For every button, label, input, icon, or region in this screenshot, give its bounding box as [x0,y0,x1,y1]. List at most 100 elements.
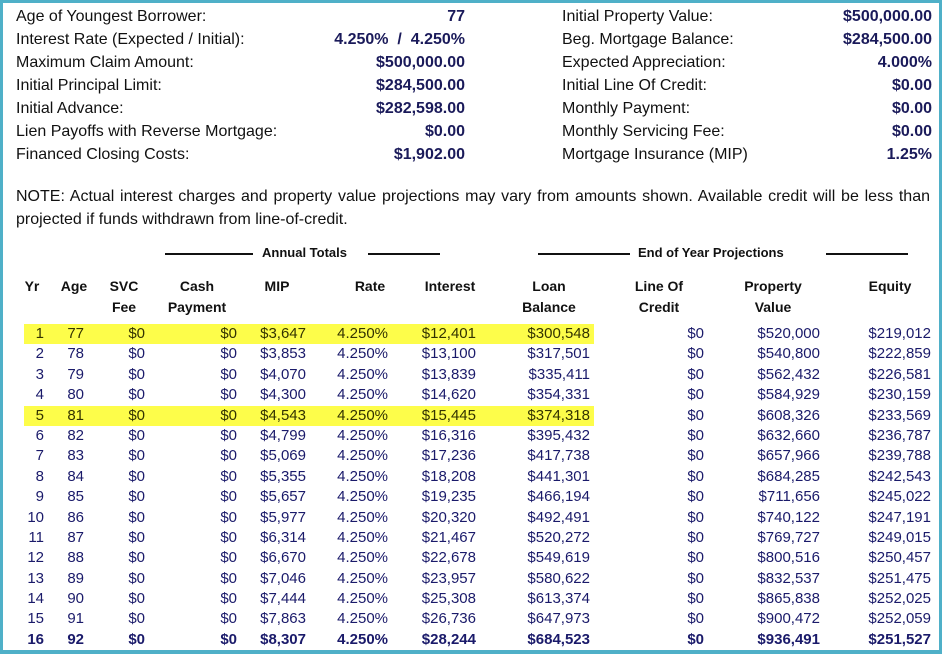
summary-row: Lien Payoffs with Reverse Mortgage: $0.00 [16,120,465,143]
cell-interest: $22,678 [421,549,476,567]
cell-mip: $5,355 [260,467,306,485]
table-row: 15 91 $0 $0 $7,863 4.250% $26,736 $647,973 $0 $90… [0,609,942,629]
cell-interest: $26,736 [421,610,476,628]
cell-mip: $5,069 [260,447,306,465]
summary-label: Initial Property Value: [562,8,713,25]
summary-row: Expected Appreciation: 4.000% [562,51,932,74]
cell-line-of-credit: $0 [687,345,704,363]
cell-property-value: $800,516 [757,549,820,567]
summary-value: 4.000% [877,54,932,71]
cell-property-value: $608,326 [757,406,820,424]
column-header-line1: Property [744,278,802,294]
cell-svc-fee: $0 [128,365,145,383]
loan-summary-right: Initial Property Value: $500,000.00 Beg. M… [562,5,932,166]
summary-row: Beg. Mortgage Balance: $284,500.00 [562,28,932,51]
table-row: 5 81 $0 $0 $4,543 4.250% $15,445 $374,318 $0 $608… [0,405,942,426]
column-header-line-of-credit: Line Of Credit [624,276,694,318]
cell-loan-balance: $374,318 [527,406,590,424]
cell-interest: $14,620 [421,386,476,404]
cell-svc-fee: $0 [128,386,145,404]
cell-mip: $5,977 [260,508,306,526]
summary-label: Expected Appreciation: [562,54,726,71]
table-row: 16 92 $0 $0 $8,307 4.250% $28,244 $684,523 $0 $93… [0,630,942,650]
disclaimer-note: NOTE: Actual interest charges and proper… [16,188,930,228]
column-header-line1: Age [60,278,88,294]
cell-interest: $19,235 [421,488,476,506]
cell-mip: $4,300 [260,386,306,404]
cell-loan-balance: $466,194 [527,488,590,506]
cell-rate: 4.250% [337,467,388,485]
cell-equity: $251,527 [868,630,931,648]
cell-interest: $28,244 [421,630,476,648]
cell-property-value: $832,537 [757,569,820,587]
group-annual-totals: Annual Totals [165,244,440,264]
summary-label: Beg. Mortgage Balance: [562,31,734,48]
cell-interest: $16,316 [421,426,476,444]
summary-row: Initial Principal Limit: $284,500.00 [16,74,465,97]
cell-equity: $242,543 [868,467,931,485]
cell-rate: 4.250% [337,447,388,465]
cell-rate: 4.250% [337,508,388,526]
column-header-svc-fee: SVC Fee [104,276,144,318]
cell-line-of-credit: $0 [687,630,704,648]
cell-equity: $239,788 [868,447,931,465]
cell-line-of-credit: $0 [687,447,704,465]
summary-value: $0.00 [891,123,932,140]
cell-rate: 4.250% [337,630,388,648]
column-header-cash-payment: Cash Payment [157,276,237,318]
summary-row: Initial Line Of Credit: $0.00 [562,74,932,97]
summary-label: Initial Line Of Credit: [562,77,707,94]
cell-equity: $251,475 [868,569,931,587]
cell-svc-fee: $0 [128,508,145,526]
cell-loan-balance: $335,411 [528,365,590,383]
divider-line [368,253,440,255]
column-header-line2: Value [754,299,792,315]
cell-loan-balance: $354,331 [527,386,590,404]
cell-svc-fee: $0 [128,467,145,485]
projection-table-body: 1 77 $0 $0 $3,647 4.250% $12,401 $300,548 $0 $520… [0,324,942,650]
cell-property-value: $740,122 [757,508,820,526]
summary-row: Mortgage Insurance (MIP) 1.25% [562,143,932,166]
summary-label: Initial Principal Limit: [16,77,162,94]
table-row: 1 77 $0 $0 $3,647 4.250% $12,401 $300,548 $0 $520… [0,324,942,344]
cell-interest: $20,320 [421,508,476,526]
summary-value: $1,902.00 [393,146,465,163]
summary-value: 1.25% [886,146,932,163]
summary-value: $500,000.00 [843,8,932,25]
summary-label: Age of Youngest Borrower: [16,8,207,25]
summary-label: Initial Advance: [16,100,124,117]
summary-value: $0.00 [891,77,932,94]
cell-line-of-credit: $0 [687,325,704,342]
cell-property-value: $711,656 [758,488,820,506]
cell-mip: $8,307 [260,630,306,648]
table-row: 13 89 $0 $0 $7,046 4.250% $23,957 $580,622 $0 $83… [0,569,942,589]
cell-property-value: $540,800 [757,345,820,363]
cell-mip: $3,853 [260,345,306,363]
cell-mip: $4,543 [260,406,306,424]
cell-line-of-credit: $0 [687,569,704,587]
cell-equity: $250,457 [868,549,931,567]
cell-line-of-credit: $0 [687,508,704,526]
summary-label: Monthly Servicing Fee: [562,123,725,140]
cell-equity: $245,022 [868,488,931,506]
cell-loan-balance: $395,432 [527,426,590,444]
cell-interest: $13,100 [421,345,476,363]
cell-line-of-credit: $0 [687,590,704,608]
column-header-mip: MIP [257,276,297,297]
loan-summary-left: Age of Youngest Borrower: 77 Interest Rate… [16,5,465,166]
table-row: 9 85 $0 $0 $5,657 4.250% $19,235 $466,194 $0 $711… [0,487,942,507]
cell-svc-fee: $0 [128,549,145,567]
cell-equity: $236,787 [868,426,931,444]
summary-row: Interest Rate (Expected / Initial): 4.250… [16,28,465,51]
summary-value: $284,500.00 [376,77,465,94]
cell-property-value: $657,966 [757,447,820,465]
group-annual-totals-label: Annual Totals [262,245,347,260]
cell-equity: $226,581 [868,365,931,383]
divider-line [165,253,253,255]
cell-equity: $233,569 [868,406,931,424]
cell-rate: 4.250% [337,365,388,383]
table-row: 11 87 $0 $0 $6,314 4.250% $21,467 $520,272 $0 $76… [0,528,942,548]
divider-line [538,253,630,255]
cell-property-value: $936,491 [757,630,820,648]
column-header-line2: Balance [522,299,576,315]
